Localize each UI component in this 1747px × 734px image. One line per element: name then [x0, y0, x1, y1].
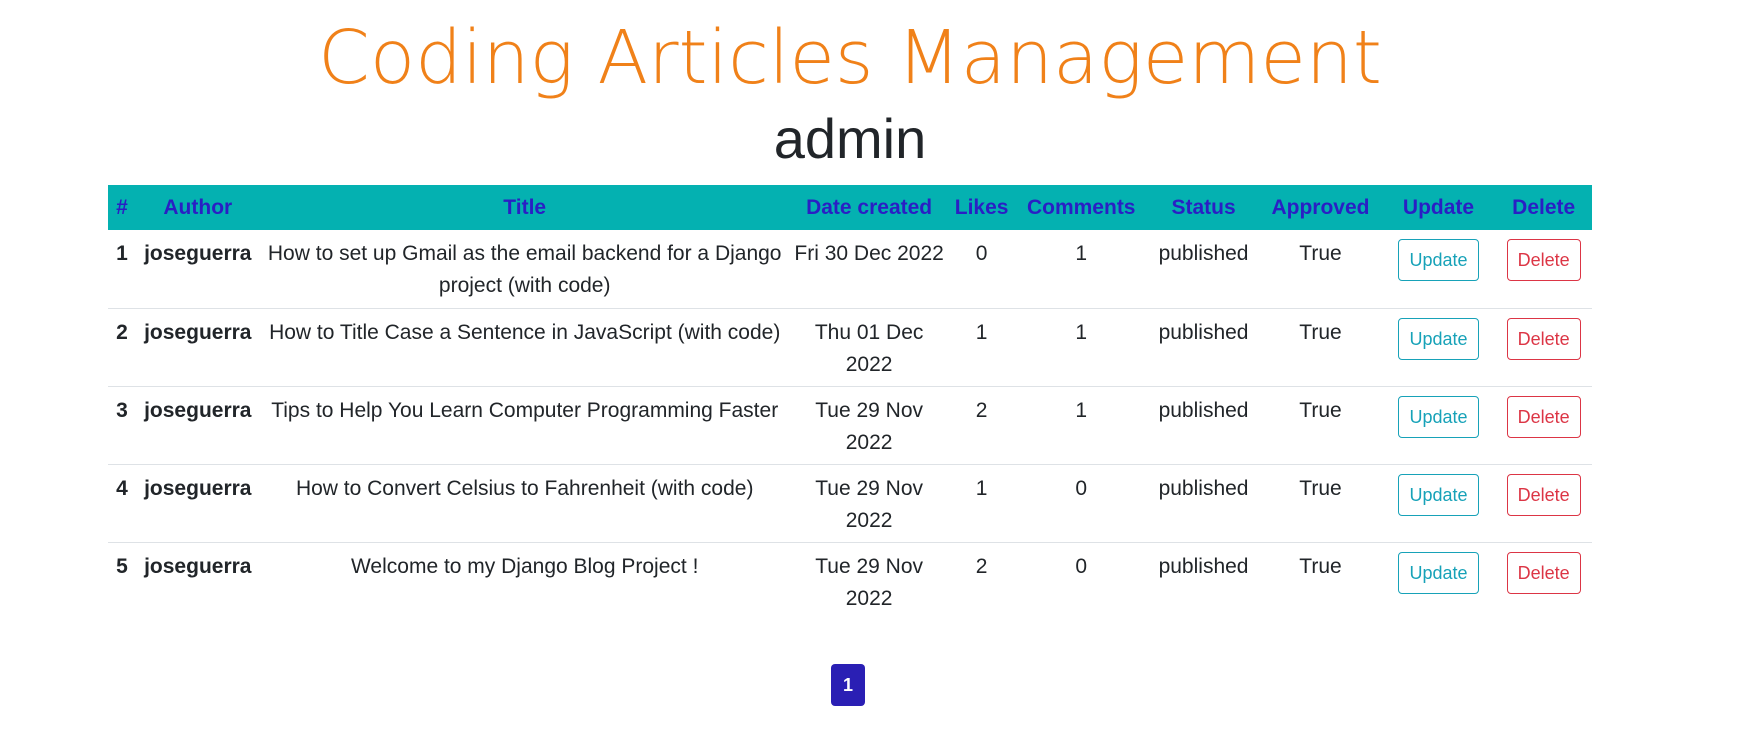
column-header-title: Title: [503, 195, 547, 219]
row-author: joseguerra: [135, 307, 260, 386]
row-likes: 2: [948, 541, 1015, 620]
column-header-status: Status: [1171, 195, 1236, 219]
row-number: 1: [116, 242, 128, 265]
row-comments: 1: [1014, 385, 1148, 464]
table-row: 2 joseguerra How to Title Case a Sentenc…: [108, 307, 1592, 386]
row-delete-cell: Delete: [1495, 230, 1592, 308]
update-button[interactable]: Update: [1398, 473, 1479, 516]
row-title: How to Title Case a Sentence in JavaScri…: [259, 307, 790, 386]
table-row: 4 joseguerra How to Convert Celsius to F…: [108, 463, 1592, 542]
row-likes: 1: [948, 307, 1015, 386]
row-status: published: [1147, 385, 1260, 464]
row-update-cell: Update: [1382, 230, 1496, 308]
delete-button[interactable]: Delete: [1506, 239, 1581, 281]
row-date-created: Fri 30 Dec 2022: [794, 242, 944, 265]
row-approved: True: [1259, 307, 1382, 386]
row-author: joseguerra: [135, 541, 260, 620]
row-date-created: Tue 29 Nov 2022: [789, 385, 949, 464]
row-status: published: [1147, 541, 1260, 620]
column-header-number: #: [116, 195, 128, 219]
row-author: joseguerra: [144, 242, 252, 265]
row-delete-cell: Delete: [1495, 307, 1592, 386]
row-date-created: Thu 01 Dec 2022: [789, 307, 949, 386]
table-body: 1 joseguerra How to set up Gmail as the …: [108, 230, 1592, 620]
column-header-update: Update: [1402, 195, 1475, 219]
row-update-cell: Update: [1381, 463, 1496, 542]
row-update-cell: Update: [1381, 385, 1496, 464]
row-delete-cell: Delete: [1495, 541, 1592, 620]
update-button[interactable]: Update: [1398, 551, 1479, 594]
row-delete-cell: Delete: [1495, 385, 1592, 464]
table-row: 1 joseguerra How to set up Gmail as the …: [108, 230, 1592, 308]
row-status: published: [1147, 307, 1260, 386]
articles-table: # Author Title Date created Likes Commen…: [108, 185, 1592, 620]
row-title: Welcome to my Django Blog Project !: [259, 541, 790, 620]
delete-button[interactable]: Delete: [1506, 395, 1581, 438]
table-row: 3 joseguerra Tips to Help You Learn Comp…: [108, 385, 1592, 464]
row-likes: 2: [948, 385, 1015, 464]
row-delete-cell: Delete: [1495, 463, 1592, 542]
row-title: How to Convert Celsius to Fahrenheit (wi…: [259, 463, 790, 542]
row-status: published: [1158, 242, 1249, 265]
pagination-page-button[interactable]: 1: [831, 664, 865, 706]
row-date-created: Tue 29 Nov 2022: [789, 463, 949, 542]
row-author: joseguerra: [135, 385, 260, 464]
row-number: 5: [108, 541, 136, 620]
row-author: joseguerra: [135, 463, 260, 542]
row-update-cell: Update: [1381, 307, 1496, 386]
update-button[interactable]: Update: [1398, 239, 1479, 281]
delete-button[interactable]: Delete: [1506, 317, 1581, 360]
column-header-delete: Delete: [1512, 195, 1576, 219]
row-update-cell: Update: [1381, 541, 1496, 620]
row-title: Tips to Help You Learn Computer Programm…: [259, 385, 790, 464]
row-number: 4: [108, 463, 136, 542]
table-row: 5 joseguerra Welcome to my Django Blog P…: [108, 541, 1592, 620]
page-title: Coding Articles Management: [318, 15, 1382, 101]
row-comments: 1: [1014, 307, 1148, 386]
row-likes: 0: [975, 242, 988, 265]
column-header-approved: Approved: [1271, 195, 1370, 219]
row-number: 3: [108, 385, 136, 464]
update-button[interactable]: Update: [1398, 317, 1479, 360]
delete-button[interactable]: Delete: [1506, 473, 1581, 516]
row-approved: True: [1259, 385, 1382, 464]
column-header-author: Author: [163, 195, 233, 219]
row-comments: 0: [1014, 463, 1148, 542]
table-header: # Author Title Date created Likes Commen…: [108, 185, 1592, 230]
row-likes: 1: [948, 463, 1015, 542]
row-date-created: Tue 29 Nov 2022: [789, 541, 949, 620]
table-header-row: # Author Title Date created Likes Commen…: [108, 185, 1592, 230]
delete-button[interactable]: Delete: [1506, 551, 1581, 594]
column-header-likes: Likes: [954, 195, 1009, 219]
row-approved: True: [1299, 242, 1342, 265]
row-status: published: [1147, 463, 1260, 542]
row-approved: True: [1259, 463, 1382, 542]
row-comments: 1: [1075, 242, 1088, 265]
row-comments: 0: [1014, 541, 1148, 620]
column-header-comments: Comments: [1026, 195, 1136, 219]
row-number: 2: [108, 307, 136, 386]
row-title: How to set up Gmail as the email backend…: [267, 242, 782, 297]
row-approved: True: [1259, 541, 1382, 620]
update-button[interactable]: Update: [1398, 395, 1479, 438]
column-header-date-created: Date created: [806, 195, 933, 219]
username-heading: admin: [773, 107, 927, 170]
